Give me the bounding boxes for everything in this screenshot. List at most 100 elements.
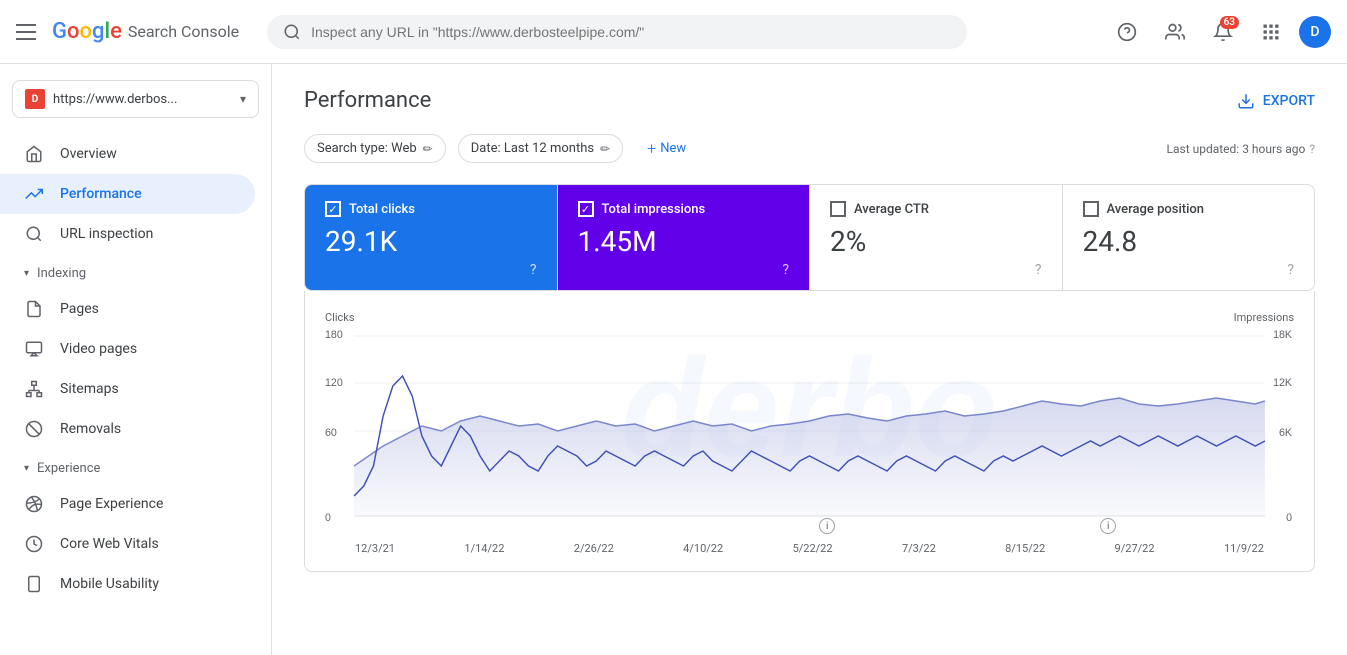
metric-cards: ✓ Total clicks 29.1K ? ✓ Total impressio… bbox=[304, 184, 1315, 291]
chart-lines: 180 120 60 0 18K 12K 6K 0 derbo bbox=[325, 326, 1294, 526]
total-impressions-value: 1.45M bbox=[578, 225, 790, 258]
page-experience-icon bbox=[24, 494, 44, 514]
metric-card-total-impressions[interactable]: ✓ Total impressions 1.45M ? bbox=[558, 185, 811, 290]
sidebar-section-experience[interactable]: ▾ Experience bbox=[0, 453, 271, 484]
sidebar: D https://www.derbos... ▾ Overview Perfo… bbox=[0, 64, 272, 655]
menu-icon[interactable] bbox=[16, 24, 36, 40]
svg-text:0: 0 bbox=[325, 512, 331, 524]
chart-svg: 180 120 60 0 18K 12K 6K 0 derbo bbox=[325, 326, 1294, 526]
average-position-value: 24.8 bbox=[1083, 225, 1295, 258]
sidebar-item-url-inspection-label: URL inspection bbox=[60, 226, 153, 242]
chart-x-label-6: 8/15/22 bbox=[1005, 542, 1045, 555]
svg-text:0: 0 bbox=[1286, 512, 1292, 524]
sidebar-item-mobile-usability[interactable]: Mobile Usability bbox=[0, 564, 255, 604]
url-search-input[interactable] bbox=[311, 24, 951, 40]
chart-x-label-7: 9/27/22 bbox=[1115, 542, 1155, 555]
annotation-1-icon[interactable]: i bbox=[819, 518, 835, 534]
metric-card-average-ctr[interactable]: Average CTR 2% ? bbox=[810, 185, 1063, 290]
trending-up-icon bbox=[24, 184, 44, 204]
property-selector[interactable]: D https://www.derbos... ▾ bbox=[12, 80, 259, 118]
export-label: EXPORT bbox=[1263, 93, 1315, 109]
sidebar-item-sitemaps-label: Sitemaps bbox=[60, 381, 119, 397]
sitemaps-icon bbox=[24, 379, 44, 399]
total-impressions-help-icon[interactable]: ? bbox=[782, 262, 789, 278]
help-button[interactable] bbox=[1107, 12, 1147, 52]
total-clicks-label: Total clicks bbox=[349, 202, 415, 217]
date-label: Date: Last 12 months bbox=[471, 141, 594, 156]
sidebar-item-mobile-usability-label: Mobile Usability bbox=[60, 576, 159, 592]
total-clicks-checkbox[interactable]: ✓ bbox=[325, 201, 341, 217]
chevron-down-icon: ▾ bbox=[240, 92, 246, 106]
product-name: Search Console bbox=[128, 22, 239, 41]
metric-card-total-clicks[interactable]: ✓ Total clicks 29.1K ? bbox=[305, 185, 558, 290]
chevron-indexing-icon: ▾ bbox=[24, 268, 29, 279]
sidebar-item-page-experience-label: Page Experience bbox=[60, 496, 163, 512]
notifications-badge: 63 bbox=[1220, 16, 1239, 29]
sidebar-item-video-pages[interactable]: Video pages bbox=[0, 329, 255, 369]
search-type-filter[interactable]: Search type: Web ✏ bbox=[304, 134, 446, 163]
chart-x-axis: 12/3/21 1/14/22 2/26/22 4/10/22 5/22/22 … bbox=[325, 542, 1294, 555]
metric-card-average-position[interactable]: Average position 24.8 ? bbox=[1063, 185, 1315, 290]
average-ctr-checkbox[interactable] bbox=[830, 201, 846, 217]
main-content: Performance EXPORT Search type: Web ✏ Da… bbox=[272, 64, 1347, 655]
url-search-icon bbox=[24, 224, 44, 244]
filter-bar: Search type: Web ✏ Date: Last 12 months … bbox=[304, 133, 1315, 164]
average-position-help-icon[interactable]: ? bbox=[1287, 262, 1294, 278]
help-icon bbox=[1117, 22, 1137, 42]
sidebar-item-video-pages-label: Video pages bbox=[60, 341, 137, 357]
video-icon bbox=[24, 339, 44, 359]
sidebar-item-overview[interactable]: Overview bbox=[0, 134, 255, 174]
average-position-checkbox[interactable] bbox=[1083, 201, 1099, 217]
sidebar-section-experience-label: Experience bbox=[37, 461, 100, 476]
sidebar-item-core-web-vitals[interactable]: Core Web Vitals bbox=[0, 524, 255, 564]
metric-card-header: Average position bbox=[1083, 201, 1295, 217]
svg-text:18K: 18K bbox=[1273, 329, 1293, 341]
manage-users-button[interactable] bbox=[1155, 12, 1195, 52]
sidebar-item-page-experience[interactable]: Page Experience bbox=[0, 484, 255, 524]
removals-icon bbox=[24, 419, 44, 439]
url-search-bar[interactable] bbox=[267, 15, 967, 49]
edit-search-type-icon: ✏ bbox=[423, 142, 433, 156]
apps-icon bbox=[1261, 22, 1281, 42]
total-impressions-label: Total impressions bbox=[602, 202, 706, 217]
notifications-button[interactable]: 63 bbox=[1203, 12, 1243, 52]
metric-card-header: ✓ Total clicks bbox=[325, 201, 537, 217]
sidebar-section-indexing[interactable]: ▾ Indexing bbox=[0, 258, 271, 289]
metric-card-header: ✓ Total impressions bbox=[578, 201, 790, 217]
property-favicon: D bbox=[25, 89, 45, 109]
sidebar-item-performance-label: Performance bbox=[60, 186, 142, 202]
chevron-experience-icon: ▾ bbox=[24, 463, 29, 474]
apps-button[interactable] bbox=[1251, 12, 1291, 52]
average-ctr-value: 2% bbox=[830, 225, 1042, 258]
export-button[interactable]: EXPORT bbox=[1237, 92, 1315, 110]
chart-container: Clicks Impressions 180 120 60 0 18K 12K … bbox=[304, 291, 1315, 572]
topbar: Google Search Console 63 D bbox=[0, 0, 1347, 64]
metric-card-footer: ? bbox=[830, 262, 1042, 278]
page-header: Performance EXPORT bbox=[304, 88, 1315, 113]
sidebar-item-core-web-vitals-label: Core Web Vitals bbox=[60, 536, 159, 552]
svg-text:60: 60 bbox=[325, 427, 337, 439]
svg-text:6K: 6K bbox=[1279, 427, 1293, 439]
total-clicks-help-icon[interactable]: ? bbox=[530, 262, 537, 278]
date-filter[interactable]: Date: Last 12 months ✏ bbox=[458, 134, 623, 163]
sidebar-item-url-inspection[interactable]: URL inspection bbox=[0, 214, 255, 254]
total-impressions-checkbox[interactable]: ✓ bbox=[578, 201, 594, 217]
sidebar-item-overview-label: Overview bbox=[60, 146, 117, 162]
new-filter-button[interactable]: + New bbox=[635, 133, 698, 164]
metric-card-footer: ? bbox=[325, 262, 537, 278]
chart-x-label-0: 12/3/21 bbox=[355, 542, 395, 555]
chart-x-label-3: 4/10/22 bbox=[683, 542, 723, 555]
chart-x-label-8: 11/9/22 bbox=[1224, 542, 1264, 555]
sidebar-item-sitemaps[interactable]: Sitemaps bbox=[0, 369, 255, 409]
sidebar-item-pages-label: Pages bbox=[60, 301, 99, 317]
manage-users-icon bbox=[1165, 22, 1185, 42]
search-type-label: Search type: Web bbox=[317, 141, 417, 156]
annotation-2-icon[interactable]: i bbox=[1100, 518, 1116, 534]
sidebar-item-performance[interactable]: Performance bbox=[0, 174, 255, 214]
chart-x-label-2: 2/26/22 bbox=[574, 542, 614, 555]
sidebar-item-pages[interactable]: Pages bbox=[0, 289, 255, 329]
sidebar-item-removals[interactable]: Removals bbox=[0, 409, 255, 449]
avatar[interactable]: D bbox=[1299, 16, 1331, 48]
average-ctr-help-icon[interactable]: ? bbox=[1035, 262, 1042, 278]
last-updated-help-icon: ? bbox=[1309, 142, 1315, 156]
